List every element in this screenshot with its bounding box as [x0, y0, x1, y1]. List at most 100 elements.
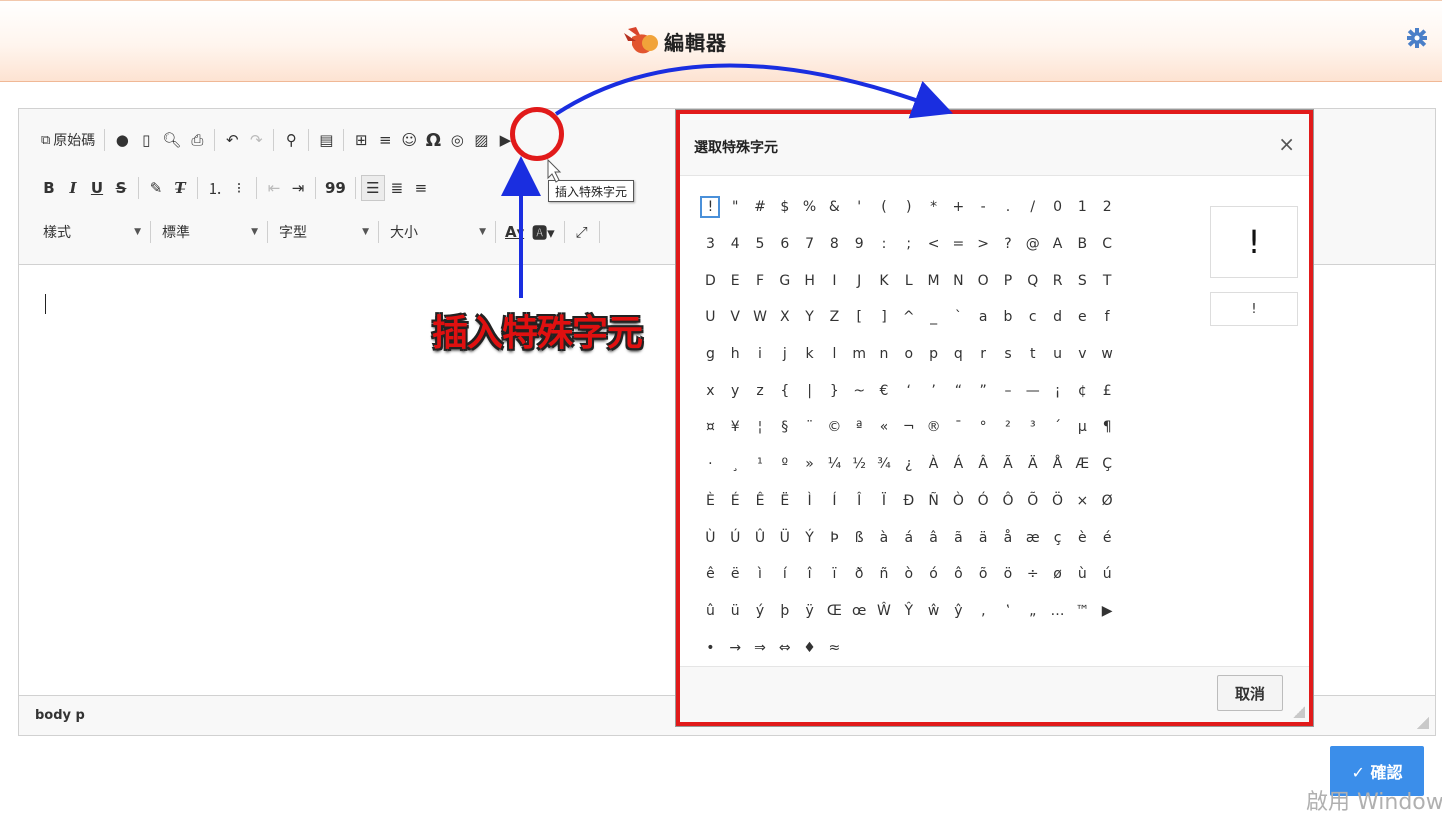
- special-char-cell[interactable]: k: [797, 336, 822, 373]
- special-char-cell[interactable]: Ü: [772, 519, 797, 556]
- undo-icon[interactable]: ↶: [220, 127, 244, 153]
- special-char-cell[interactable]: ¤: [698, 409, 723, 446]
- special-char-cell[interactable]: Ã: [996, 446, 1021, 483]
- underline-button[interactable]: U: [85, 175, 109, 201]
- special-char-cell[interactable]: A: [1045, 226, 1070, 263]
- special-char-cell[interactable]: í: [772, 556, 797, 593]
- special-char-cell[interactable]: Ý: [797, 519, 822, 556]
- special-char-cell[interactable]: ¸: [723, 446, 748, 483]
- special-char-cell[interactable]: ´: [1045, 409, 1070, 446]
- special-char-cell[interactable]: d: [1045, 299, 1070, 336]
- special-char-cell[interactable]: M: [921, 262, 946, 299]
- special-char-cell[interactable]: »: [797, 446, 822, 483]
- special-char-cell[interactable]: à: [872, 519, 897, 556]
- special-char-cell[interactable]: ë: [723, 556, 748, 593]
- special-char-cell[interactable]: Í: [822, 483, 847, 520]
- special-char-cell[interactable]: ü: [723, 593, 748, 630]
- special-char-cell[interactable]: F: [748, 262, 773, 299]
- special-char-cell[interactable]: Û: [748, 519, 773, 556]
- special-char-cell[interactable]: `: [946, 299, 971, 336]
- special-char-cell[interactable]: n: [872, 336, 897, 373]
- find-icon[interactable]: ⚲: [279, 127, 303, 153]
- special-char-cell[interactable]: 6: [772, 226, 797, 263]
- special-char-cell[interactable]: Ŵ: [872, 593, 897, 630]
- special-char-cell[interactable]: }: [822, 372, 847, 409]
- special-char-cell[interactable]: x: [698, 372, 723, 409]
- special-char-cell[interactable]: é: [1095, 519, 1120, 556]
- special-char-cell[interactable]: Q: [1020, 262, 1045, 299]
- smiley-icon[interactable]: ☺: [397, 127, 421, 153]
- special-char-cell[interactable]: ¡: [1045, 372, 1070, 409]
- special-char-cell[interactable]: Ö: [1045, 483, 1070, 520]
- special-char-cell[interactable]: Ä: [1020, 446, 1045, 483]
- special-char-cell[interactable]: £: [1095, 372, 1120, 409]
- special-char-cell[interactable]: È: [698, 483, 723, 520]
- special-char-cell[interactable]: ⇒: [748, 629, 773, 666]
- special-char-cell[interactable]: Ô: [996, 483, 1021, 520]
- special-char-cell[interactable]: /: [1020, 189, 1045, 226]
- special-char-cell[interactable]: œ: [847, 593, 872, 630]
- special-char-cell[interactable]: æ: [1020, 519, 1045, 556]
- special-char-cell[interactable]: ‚: [971, 593, 996, 630]
- resize-grip-icon[interactable]: [1293, 706, 1305, 718]
- special-char-cell[interactable]: &: [822, 189, 847, 226]
- special-char-cell[interactable]: 5: [748, 226, 773, 263]
- special-char-cell[interactable]: ·: [698, 446, 723, 483]
- special-char-cell[interactable]: ▶: [1095, 593, 1120, 630]
- special-char-cell[interactable]: w: [1095, 336, 1120, 373]
- special-char-cell[interactable]: W: [748, 299, 773, 336]
- special-char-cell[interactable]: g: [698, 336, 723, 373]
- new-page-icon[interactable]: ▯: [134, 127, 158, 153]
- special-char-cell[interactable]: j: [772, 336, 797, 373]
- special-char-cell[interactable]: â: [921, 519, 946, 556]
- special-char-cell[interactable]: ¬: [896, 409, 921, 446]
- special-char-cell[interactable]: [: [847, 299, 872, 336]
- special-char-cell[interactable]: 3: [698, 226, 723, 263]
- special-char-cell[interactable]: ⇔: [772, 629, 797, 666]
- outdent-icon[interactable]: ⇤: [262, 175, 286, 201]
- special-char-cell[interactable]: Þ: [822, 519, 847, 556]
- special-char-cell[interactable]: Ŷ: [896, 593, 921, 630]
- special-char-cell[interactable]: ": [723, 189, 748, 226]
- special-char-cell[interactable]: €: [872, 372, 897, 409]
- special-char-cell[interactable]: l: [822, 336, 847, 373]
- special-char-cell[interactable]: v: [1070, 336, 1095, 373]
- special-char-cell[interactable]: 7: [797, 226, 822, 263]
- special-char-cell[interactable]: ¯: [946, 409, 971, 446]
- format-painter-icon[interactable]: ✎: [144, 175, 168, 201]
- special-char-cell[interactable]: Ì: [797, 483, 822, 520]
- special-char-cell[interactable]: {: [772, 372, 797, 409]
- special-char-cell[interactable]: Œ: [822, 593, 847, 630]
- special-char-cell[interactable]: N: [946, 262, 971, 299]
- remove-format-icon[interactable]: T̶: [168, 175, 192, 201]
- special-char-cell[interactable]: °: [971, 409, 996, 446]
- special-char-cell[interactable]: ¦: [748, 409, 773, 446]
- special-char-cell[interactable]: s: [996, 336, 1021, 373]
- special-char-cell[interactable]: K: [872, 262, 897, 299]
- special-char-cell[interactable]: Ò: [946, 483, 971, 520]
- special-char-cell[interactable]: a: [971, 299, 996, 336]
- special-char-button[interactable]: Ω: [421, 127, 445, 153]
- special-char-cell[interactable]: ì: [748, 556, 773, 593]
- special-char-cell[interactable]: Ê: [748, 483, 773, 520]
- special-char-cell[interactable]: è: [1070, 519, 1095, 556]
- special-char-cell[interactable]: þ: [772, 593, 797, 630]
- special-char-cell[interactable]: ¿: [896, 446, 921, 483]
- special-char-cell[interactable]: ”: [971, 372, 996, 409]
- special-char-cell[interactable]: ý: [748, 593, 773, 630]
- special-char-cell[interactable]: R: [1045, 262, 1070, 299]
- special-char-cell[interactable]: o: [896, 336, 921, 373]
- preview-icon[interactable]: 🔍︎: [158, 127, 185, 153]
- special-char-cell[interactable]: G: [772, 262, 797, 299]
- special-char-cell[interactable]: ': [847, 189, 872, 226]
- font-combo[interactable]: 字型 ▼: [273, 219, 373, 245]
- special-char-cell[interactable]: ø: [1045, 556, 1070, 593]
- resize-grip-icon[interactable]: [1417, 717, 1429, 729]
- close-icon[interactable]: ×: [1278, 132, 1295, 156]
- special-char-cell[interactable]: ~: [847, 372, 872, 409]
- special-char-cell[interactable]: H: [797, 262, 822, 299]
- special-char-cell[interactable]: D: [698, 262, 723, 299]
- gear-icon[interactable]: [1406, 27, 1428, 49]
- special-char-cell[interactable]: U: [698, 299, 723, 336]
- special-char-cell[interactable]: —: [1020, 372, 1045, 409]
